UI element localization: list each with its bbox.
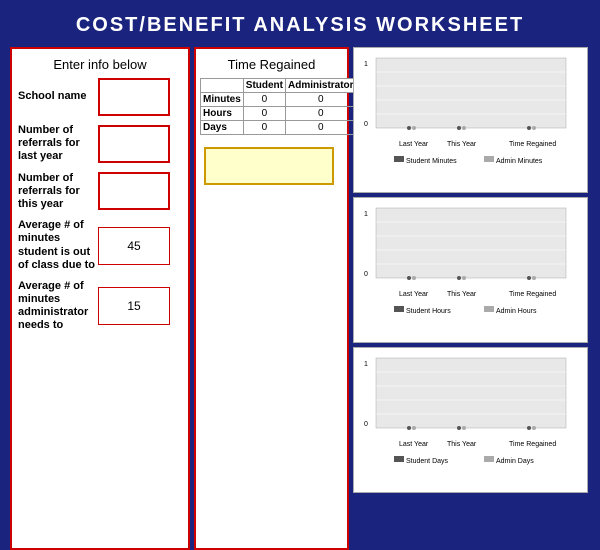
avg-minutes-admin-label: Average # of minutes administrator needs… — [18, 280, 98, 333]
referrals-this-year-row: Number of referrals for this year — [18, 172, 182, 212]
minutes-chart-svg: 1 0 — [354, 48, 588, 193]
avg-minutes-admin-row: Average # of minutes administrator needs… — [18, 280, 182, 333]
svg-text:Student Hours: Student Hours — [406, 308, 451, 315]
hours-student: 0 — [243, 107, 285, 121]
svg-text:This Year: This Year — [447, 141, 477, 148]
time-table-col-empty — [201, 79, 244, 93]
avg-minutes-student-value: 45 — [98, 227, 170, 265]
table-row-hours: Hours 0 0 — [201, 107, 357, 121]
middle-panel-header: Time Regained — [200, 53, 343, 78]
days-student: 0 — [243, 121, 285, 135]
school-name-row: School name — [18, 78, 182, 116]
left-panel: Enter info below School name Number of r… — [10, 47, 190, 550]
time-table: Student Administrator Minutes 0 0 Hours … — [200, 78, 357, 135]
referrals-last-year-label: Number of referrals for last year — [18, 124, 98, 164]
middle-input-area[interactable] — [204, 147, 334, 185]
svg-text:Time Regained: Time Regained — [509, 291, 556, 298]
svg-text:0: 0 — [364, 121, 368, 128]
svg-text:Time Regained: Time Regained — [509, 441, 556, 448]
days-chart: 1 0 Last Year This Year Time Regained — [353, 347, 588, 493]
svg-text:0: 0 — [364, 271, 368, 278]
referrals-this-year-input[interactable] — [98, 172, 170, 210]
referrals-last-year-input[interactable] — [98, 125, 170, 163]
svg-text:Admin Days: Admin Days — [496, 458, 534, 465]
svg-text:This Year: This Year — [447, 291, 477, 298]
avg-minutes-student-label: Average # of minutes student is out of c… — [18, 219, 98, 272]
svg-text:Last Year: Last Year — [399, 441, 429, 448]
middle-panel: Time Regained Student Administrator Minu… — [194, 47, 349, 550]
avg-minutes-student-row: Average # of minutes student is out of c… — [18, 219, 182, 272]
svg-text:Time Regained: Time Regained — [509, 141, 556, 148]
time-table-col-student: Student — [243, 79, 285, 93]
svg-text:Last Year: Last Year — [399, 291, 429, 298]
time-table-col-admin: Administrator — [286, 79, 357, 93]
minutes-student: 0 — [243, 93, 285, 107]
svg-text:1: 1 — [364, 361, 368, 368]
page-title: COST/BENEFIT ANALYSIS WORKSHEET — [76, 0, 524, 47]
svg-text:1: 1 — [364, 211, 368, 218]
svg-text:This Year: This Year — [447, 441, 477, 448]
table-row-minutes: Minutes 0 0 — [201, 93, 357, 107]
days-chart-svg: 1 0 Last Year This Year Time Regained — [354, 348, 588, 493]
hours-admin: 0 — [286, 107, 357, 121]
svg-text:0: 0 — [364, 421, 368, 428]
minutes-admin: 0 — [286, 93, 357, 107]
avg-minutes-admin-value: 15 — [98, 287, 170, 325]
hours-chart: 1 0 Last Year This Year Time Regained — [353, 197, 588, 343]
school-name-input[interactable] — [98, 78, 170, 116]
referrals-last-year-row: Number of referrals for last year — [18, 124, 182, 164]
days-label: Days — [201, 121, 244, 135]
svg-text:Admin Minutes: Admin Minutes — [496, 158, 543, 165]
svg-text:Admin Hours: Admin Hours — [496, 308, 537, 315]
right-panel: 1 0 — [353, 47, 588, 550]
left-panel-header: Enter info below — [18, 53, 182, 78]
school-name-label: School name — [18, 90, 98, 103]
minutes-chart: 1 0 — [353, 47, 588, 193]
hours-chart-svg: 1 0 Last Year This Year Time Regained — [354, 198, 588, 343]
svg-text:1: 1 — [364, 61, 368, 68]
referrals-this-year-label: Number of referrals for this year — [18, 172, 98, 212]
minutes-label: Minutes — [201, 93, 244, 107]
days-admin: 0 — [286, 121, 357, 135]
hours-label: Hours — [201, 107, 244, 121]
svg-text:Student Minutes: Student Minutes — [406, 158, 457, 165]
svg-text:Last Year: Last Year — [399, 141, 429, 148]
table-row-days: Days 0 0 — [201, 121, 357, 135]
svg-text:Student Days: Student Days — [406, 458, 449, 465]
